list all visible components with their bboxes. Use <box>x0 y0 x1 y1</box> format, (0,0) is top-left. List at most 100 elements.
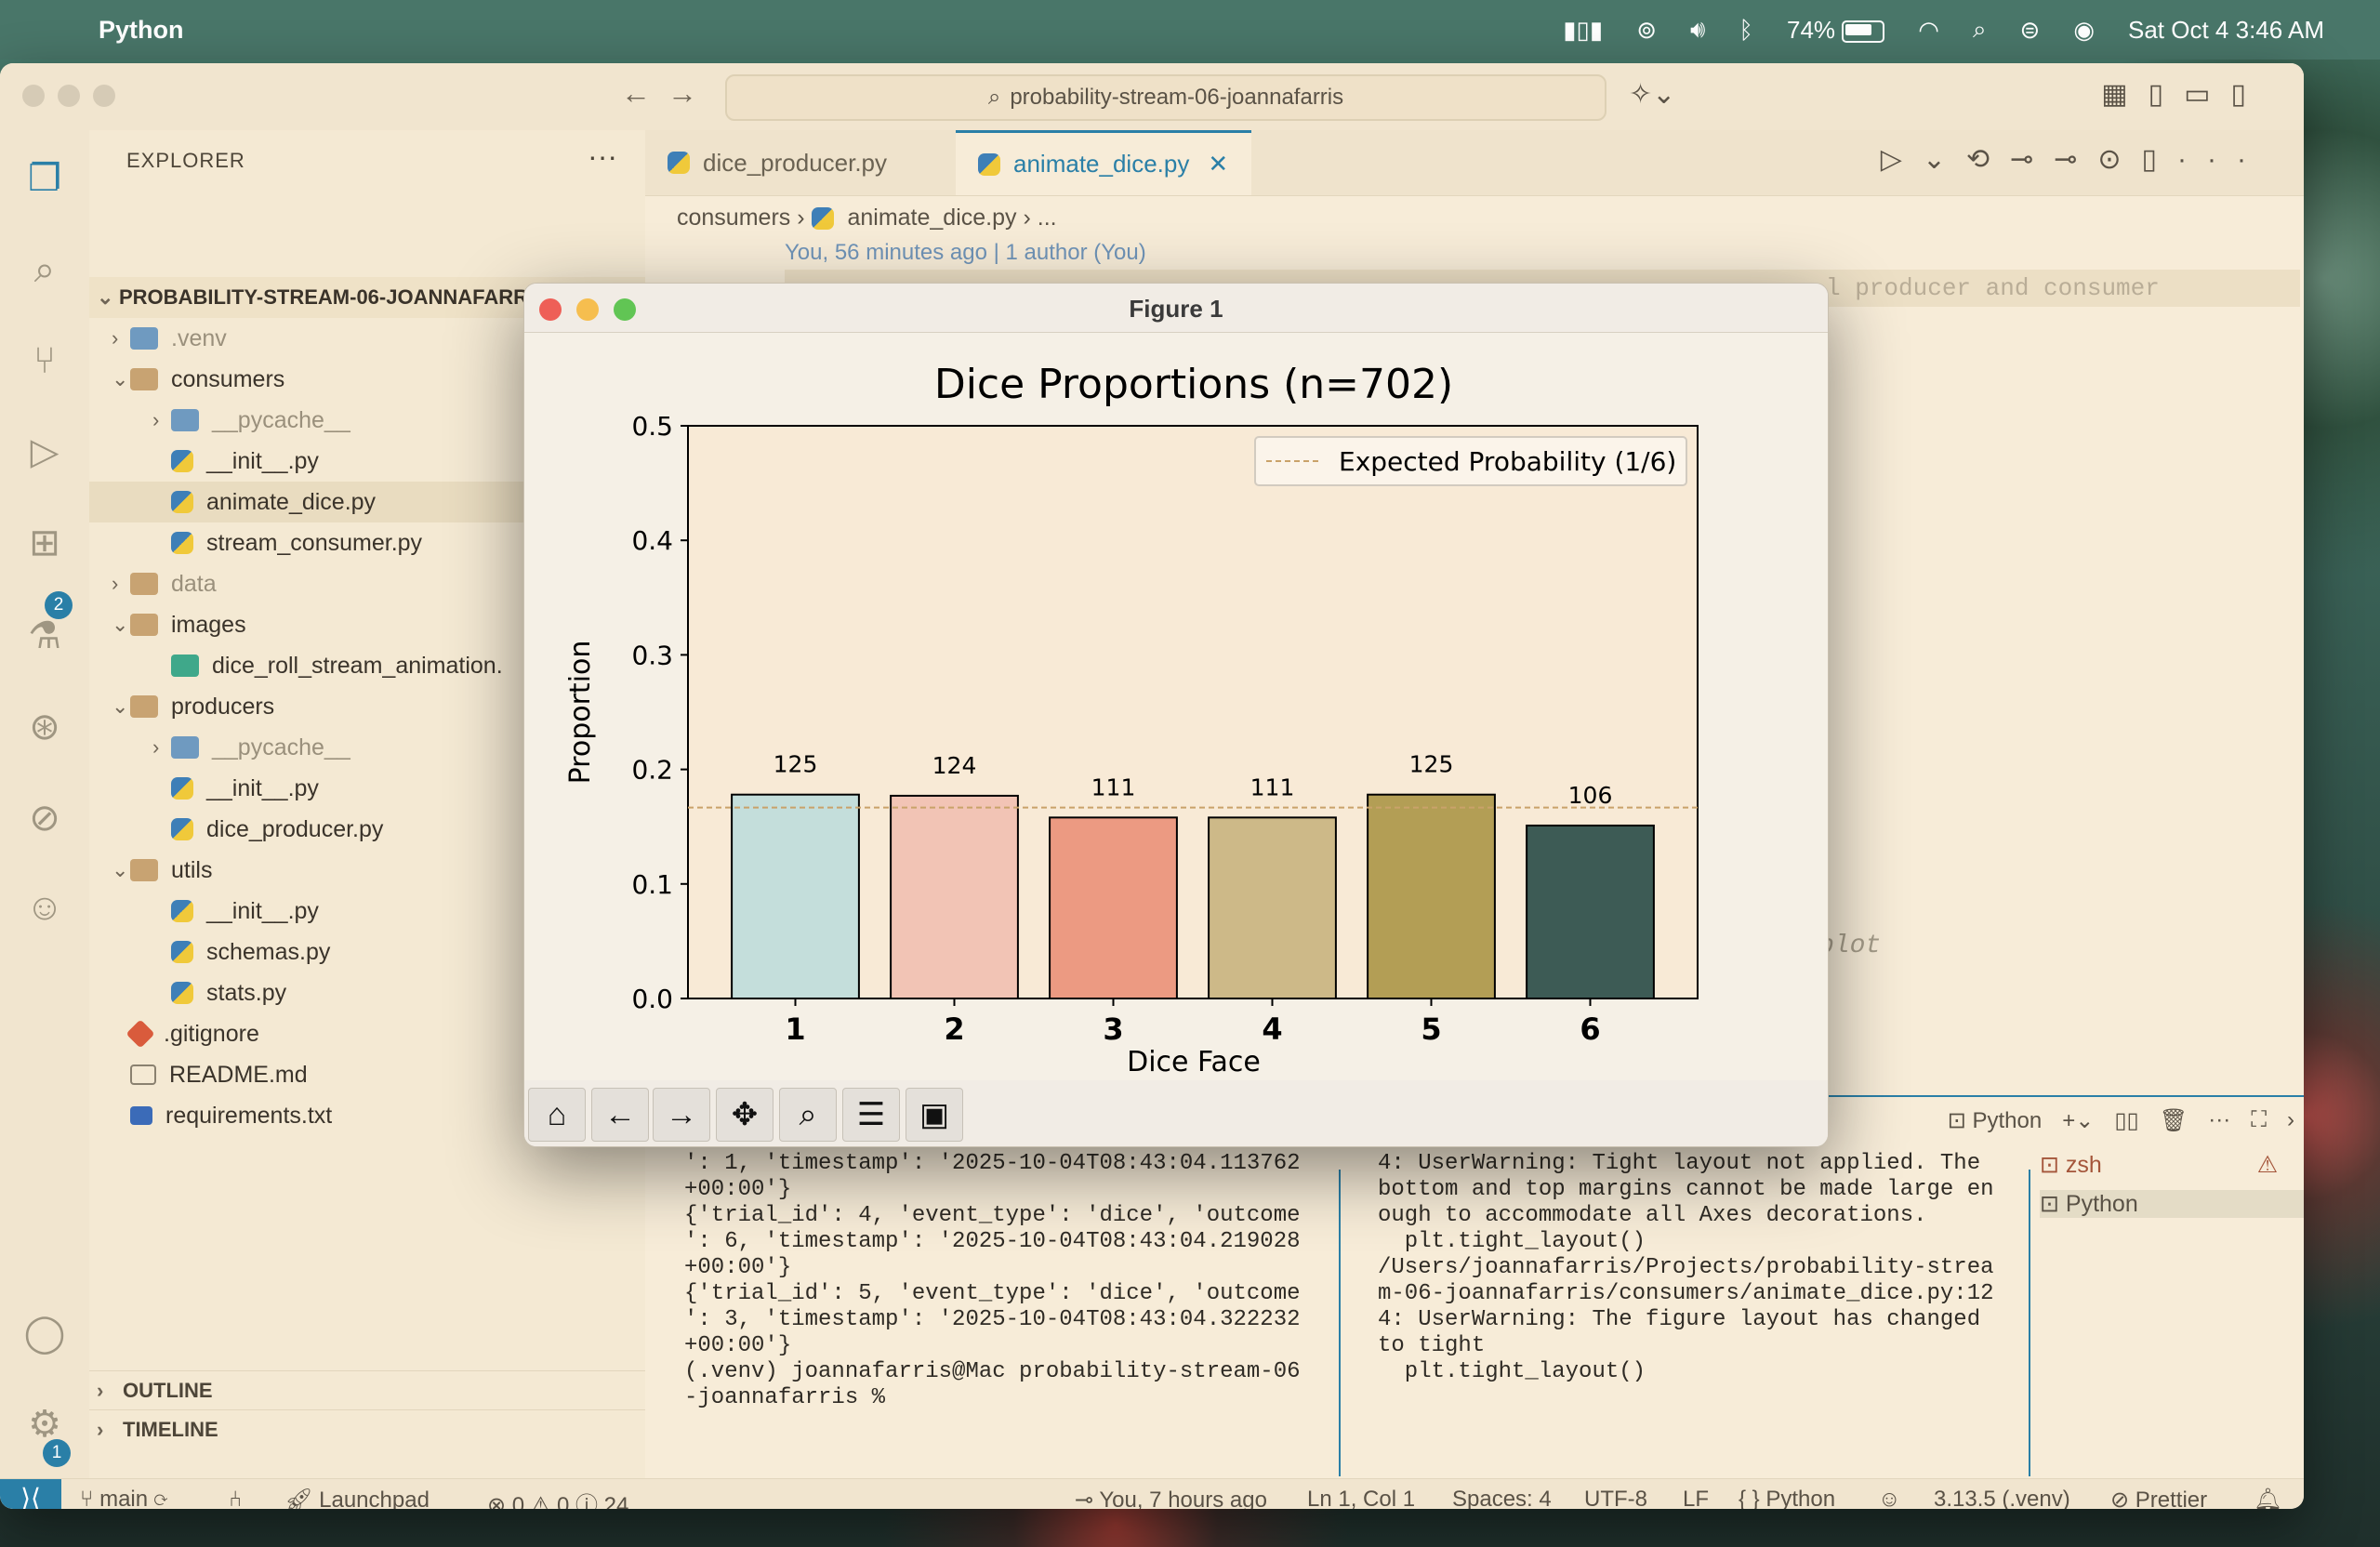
terminal-output-left[interactable]: ': 1, 'timestamp': '2025-10-04T08:43:04.… <box>684 1151 1301 1411</box>
x-tick-label: 4 <box>1262 1012 1282 1047</box>
line-ending[interactable]: LF <box>1683 1487 1709 1509</box>
chevron-right-icon[interactable]: › <box>2287 1107 2294 1133</box>
copilot-status-icon[interactable]: ☺ <box>1878 1487 1901 1509</box>
control-center-icon[interactable]: ⊜ <box>2020 16 2041 45</box>
timeline-label: TIMELINE <box>123 1418 218 1441</box>
home-icon[interactable]: ⌂ <box>528 1088 586 1142</box>
python-interpreter[interactable]: 3.13.5 (.venv) <box>1934 1487 2070 1509</box>
chevron-down-icon[interactable]: ⌄ <box>112 694 130 719</box>
figure-close-button[interactable] <box>539 298 562 321</box>
run-debug-icon[interactable]: ▷ <box>22 430 67 474</box>
forward-arrow-icon[interactable]: → <box>653 1088 710 1142</box>
outline-section[interactable]: › OUTLINE <box>89 1370 645 1410</box>
figure-zoom-button[interactable] <box>614 298 636 321</box>
search-icon: ⌕ <box>987 85 1001 110</box>
more-icon[interactable]: ··· <box>2208 1107 2230 1133</box>
tab-animate-dice[interactable]: animate_dice.py ✕ <box>956 130 1251 195</box>
encoding[interactable]: UTF-8 <box>1584 1487 1647 1509</box>
menubar-clock[interactable]: Sat Oct 4 3:46 AM <box>2128 16 2324 45</box>
root-folder-label: PROBABILITY-STREAM-06-JOANNAFARRIS <box>119 285 548 309</box>
tree-item-label: .gitignore <box>164 1020 259 1047</box>
accounts-icon[interactable]: ◯ <box>22 1311 67 1355</box>
nav-arrows[interactable]: ←→ <box>621 76 714 111</box>
notifications-bell-icon[interactable]: 🔔︎ <box>2254 1487 2281 1509</box>
cursor-position[interactable]: Ln 1, Col 1 <box>1307 1487 1415 1509</box>
microphone-icon[interactable]: ⊚ <box>1636 16 1657 45</box>
source-control-icon[interactable]: ⑂ <box>22 338 67 383</box>
wifi-icon[interactable]: ◠ <box>1918 16 1939 45</box>
git-graph-status-icon[interactable]: ⑃ <box>229 1487 242 1509</box>
copilot-chat-icon[interactable]: ☺ <box>22 885 67 930</box>
activity-monitor-icon[interactable]: ▮▯▮ <box>1563 16 1603 45</box>
terminal-split-divider[interactable] <box>1339 1170 1341 1476</box>
prettier-status[interactable]: ⊘ Prettier <box>2110 1487 2207 1509</box>
chevron-right-icon[interactable]: › <box>112 326 130 350</box>
launchpad-item[interactable]: 🚀︎ Launchpad <box>284 1487 430 1509</box>
x-tick-label: 2 <box>944 1012 964 1047</box>
outline-label: OUTLINE <box>123 1379 213 1402</box>
figure-window: Figure 1 Dice Proportions (n=702) 125 124… <box>523 283 1829 1147</box>
zoom-icon[interactable]: ⌕ <box>779 1088 837 1142</box>
remote-indicator-icon[interactable]: ⟩⟨ <box>0 1479 61 1509</box>
copilot-icon[interactable]: ✧⌄ <box>1629 78 1675 111</box>
terminal-output-right[interactable]: 4: UserWarning: Tight layout not applied… <box>1378 1151 1994 1385</box>
problems-indicator[interactable]: ⊗ 0 ⚠ 0 ⓘ 24 <box>487 1487 628 1509</box>
branch-indicator[interactable]: ⑂ main ⟳ <box>80 1487 167 1509</box>
tree-item-label: images <box>171 611 246 638</box>
blame-status[interactable]: ⊸ You, 7 hours ago <box>1075 1487 1267 1509</box>
timeline-section[interactable]: › TIMELINE <box>89 1409 645 1449</box>
terminal-profile[interactable]: ⊡ Python <box>1948 1107 2043 1134</box>
indentation[interactable]: Spaces: 4 <box>1452 1487 1552 1509</box>
explorer-icon[interactable]: ❐ <box>22 156 67 201</box>
git-blame-lens[interactable]: You, 56 minutes ago | 1 author (You) <box>785 240 1146 266</box>
trash-icon[interactable]: 🗑︎ <box>2160 1107 2188 1134</box>
remote-explorer-icon[interactable]: ⊘ <box>22 796 67 840</box>
window-minimize-button[interactable] <box>58 85 80 107</box>
figure-canvas[interactable]: Dice Proportions (n=702) 125 124 111 111 125… <box>524 333 1828 1080</box>
chevron-down-icon[interactable]: ⌄ <box>112 858 130 882</box>
folder-icon <box>130 368 158 390</box>
volume-icon[interactable]: 🔊︎ <box>1690 15 1705 45</box>
breadcrumb-symbol[interactable]: ... <box>1038 205 1057 231</box>
search-icon[interactable]: ⌕ <box>22 247 67 292</box>
terminal-session-python[interactable]: ⊡ Python <box>2040 1190 2304 1218</box>
command-center[interactable]: ⌕ probability-stream-06-joannafarris <box>725 74 1606 121</box>
bluetooth-icon[interactable]: ᛒ <box>1739 16 1753 45</box>
pan-icon[interactable]: ✥ <box>716 1088 774 1142</box>
breadcrumb-file[interactable]: animate_dice.py <box>847 205 1016 231</box>
figure-title-bar: Figure 1 <box>524 284 1828 333</box>
spotlight-search-icon[interactable]: ⌕ <box>1973 15 1987 45</box>
layout-icons[interactable]: ▦▯▭▯ <box>2101 78 2267 111</box>
git-graph-icon[interactable]: ⊛ <box>22 705 67 749</box>
configure-subplots-icon[interactable]: ☰ <box>842 1088 900 1142</box>
window-close-button[interactable] <box>22 85 45 107</box>
chevron-right-icon[interactable]: › <box>112 572 130 596</box>
battery-percent[interactable]: 74% <box>1787 16 1885 45</box>
language-mode[interactable]: { } Python <box>1739 1487 1835 1509</box>
terminal-session-zsh[interactable]: ⊡ zsh ⚠ <box>2040 1151 2278 1179</box>
siri-icon[interactable]: ◉ <box>2073 16 2095 45</box>
tab-dice-producer[interactable]: dice_producer.py <box>645 130 1000 195</box>
app-name[interactable]: Python <box>99 16 184 45</box>
python-file-icon <box>668 152 690 174</box>
testing-icon[interactable]: ⚗ <box>22 614 67 658</box>
tree-item-label: dice_producer.py <box>206 815 384 842</box>
editor-actions[interactable]: ▷⌄⟲⊸⊸⊙▯··· <box>1881 143 2267 176</box>
close-tab-icon[interactable]: ✕ <box>1208 150 1228 178</box>
chevron-right-icon[interactable]: › <box>152 408 171 432</box>
bar-face-3 <box>1049 816 1178 999</box>
save-figure-icon[interactable]: ▣ <box>906 1088 963 1142</box>
chevron-right-icon[interactable]: › <box>152 735 171 760</box>
split-terminal-icon[interactable]: ▯▯ <box>2114 1107 2138 1134</box>
figure-minimize-button[interactable] <box>576 298 599 321</box>
chevron-down-icon[interactable]: ⌄ <box>112 613 130 637</box>
new-terminal-icon[interactable]: +⌄ <box>2062 1107 2094 1134</box>
back-arrow-icon[interactable]: ← <box>591 1088 649 1142</box>
chevron-down-icon[interactable]: ⌄ <box>112 367 130 391</box>
x-axis-label: Dice Face <box>1127 1046 1261 1078</box>
maximize-panel-icon[interactable]: ⛶ <box>2251 1107 2267 1133</box>
breadcrumb-folder[interactable]: consumers <box>677 205 790 231</box>
extensions-icon[interactable]: ⊞ <box>22 521 67 565</box>
more-actions-icon[interactable]: ··· <box>588 139 617 174</box>
window-zoom-button[interactable] <box>93 85 115 107</box>
